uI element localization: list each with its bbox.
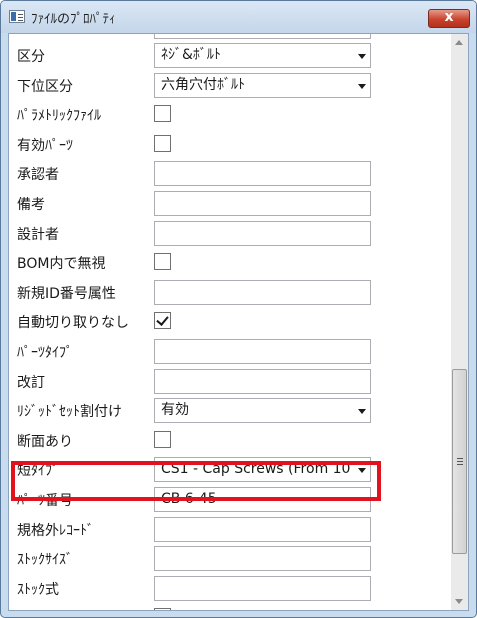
- property-label: 承認者: [17, 167, 59, 184]
- property-row: 自動切り取りなし: [9, 308, 449, 337]
- property-label: 設計者: [17, 226, 59, 243]
- chevron-down-icon: [358, 83, 366, 89]
- property-dropdown[interactable]: 六角穴付ﾎﾞﾙﾄ: [154, 72, 371, 98]
- property-row: 区分 ﾈｼﾞ&ﾎﾞﾙﾄ: [9, 42, 449, 71]
- property-checkbox[interactable]: [154, 253, 171, 271]
- scroll-thumb[interactable]: [452, 369, 467, 554]
- dropdown-value: ﾈｼﾞ&ﾎﾞﾙﾄ: [161, 47, 221, 63]
- grip-icon: [457, 458, 463, 459]
- dropdown-value: 六角穴付ﾎﾞﾙﾄ: [161, 76, 245, 93]
- property-checkbox[interactable]: [154, 430, 171, 448]
- property-input[interactable]: [154, 161, 371, 187]
- property-label: 断面あり: [17, 433, 73, 450]
- property-label: 備考: [17, 197, 45, 213]
- property-grid: 区分 ﾈｼﾞ&ﾎﾞﾙﾄ 下位区分 六角穴付ﾎﾞﾙﾄ ﾊﾟﾗﾒﾄﾘｯｸﾌｧｲﾙ 有効ﾊﾟｰﾂ…: [8, 33, 469, 611]
- property-dropdown[interactable]: 有効: [154, 398, 371, 424]
- property-label: 自動切り取りなし: [17, 315, 129, 332]
- property-input[interactable]: [154, 279, 371, 305]
- property-label: 改訂: [17, 374, 45, 391]
- property-label: ｽﾄｯｸ式: [17, 581, 59, 598]
- property-dropdown[interactable]: ﾈｼﾞ&ﾎﾞﾙﾄ: [154, 43, 371, 68]
- property-row: ﾊﾟﾗﾒﾄﾘｯｸﾌｧｲﾙ: [9, 101, 449, 130]
- property-row: ｽﾄｯｸｻｲｽﾞ: [9, 545, 449, 574]
- property-row: 備考: [9, 190, 449, 219]
- checkmark-icon: [156, 313, 169, 327]
- property-row: 改訂: [9, 368, 449, 397]
- property-input[interactable]: [154, 575, 371, 601]
- property-label: 下位区分: [17, 78, 73, 95]
- dropdown-value: 有効: [161, 402, 189, 419]
- property-input[interactable]: [154, 220, 371, 246]
- property-label: BOM内で無視: [17, 256, 106, 273]
- property-label: ｽﾄｯｸｻｲｽﾞ: [17, 552, 73, 569]
- property-field-partial[interactable]: [154, 34, 371, 39]
- property-input[interactable]: [154, 516, 371, 542]
- window-title: ﾌｧｲﾙのﾌﾟﾛﾊﾟﾃｨ: [31, 12, 116, 27]
- scroll-up-arrow-icon[interactable]: [451, 34, 468, 51]
- property-row: 承認者: [9, 160, 449, 189]
- scroll-down-arrow-icon[interactable]: [451, 593, 468, 610]
- property-row: 規格外ﾚｺｰﾄﾞ: [9, 516, 449, 545]
- property-row: ｽﾄｯｸ式: [9, 575, 449, 604]
- property-row: 設計者: [9, 220, 449, 249]
- property-checkbox[interactable]: [154, 105, 171, 123]
- property-row: BOM内で無視: [9, 249, 449, 278]
- property-label: 有効ﾊﾟｰﾂ: [17, 137, 73, 154]
- property-row: ﾊﾟｰﾂﾀｲﾌﾟ: [9, 338, 449, 367]
- vertical-scrollbar[interactable]: [451, 34, 468, 610]
- property-checkbox[interactable]: [154, 134, 171, 152]
- checkmark-icon: [156, 609, 169, 610]
- property-row: 断面あり: [9, 427, 449, 456]
- property-input[interactable]: [154, 191, 371, 216]
- property-label: ﾋﾞｭｰ内での可視: [17, 608, 115, 610]
- highlight-box: [11, 461, 381, 501]
- property-row: 新規ID番号属性: [9, 279, 449, 308]
- property-label: ﾊﾟﾗﾒﾄﾘｯｸﾌｧｲﾙ: [17, 108, 101, 125]
- properties-window: ﾌｧｲﾙのﾌﾟﾛﾊﾟﾃｨ x 区分 ﾈｼﾞ&ﾎﾞﾙﾄ 下位区分 六角穴付ﾎﾞﾙﾄ ﾊﾟﾗ…: [0, 0, 477, 618]
- property-row: 下位区分 六角穴付ﾎﾞﾙﾄ: [9, 72, 449, 101]
- title-bar[interactable]: ﾌｧｲﾙのﾌﾟﾛﾊﾟﾃｨ x: [1, 1, 476, 33]
- property-label: ﾘｼﾞｯﾄﾞｾｯﾄ割付け: [17, 404, 122, 421]
- property-checkbox[interactable]: [154, 312, 171, 330]
- property-input[interactable]: [154, 339, 371, 364]
- chevron-down-icon: [358, 409, 366, 415]
- property-input[interactable]: [154, 546, 371, 572]
- property-row: 有効ﾊﾟｰﾂ: [9, 131, 449, 160]
- property-checkbox[interactable]: [154, 608, 171, 610]
- property-label: 規格外ﾚｺｰﾄﾞ: [17, 522, 94, 539]
- close-button[interactable]: x: [428, 9, 470, 28]
- chevron-down-icon: [358, 54, 366, 59]
- property-row: ﾘｼﾞｯﾄﾞｾｯﾄ割付け 有効: [9, 397, 449, 426]
- property-label: 新規ID番号属性: [17, 285, 116, 302]
- property-input[interactable]: [154, 368, 371, 394]
- properties-window-icon: [9, 10, 25, 23]
- property-label: ﾊﾟｰﾂﾀｲﾌﾟ: [17, 345, 73, 361]
- close-icon: x: [444, 9, 454, 25]
- property-label: 区分: [17, 49, 45, 65]
- property-row: ﾋﾞｭｰ内での可視: [9, 604, 449, 610]
